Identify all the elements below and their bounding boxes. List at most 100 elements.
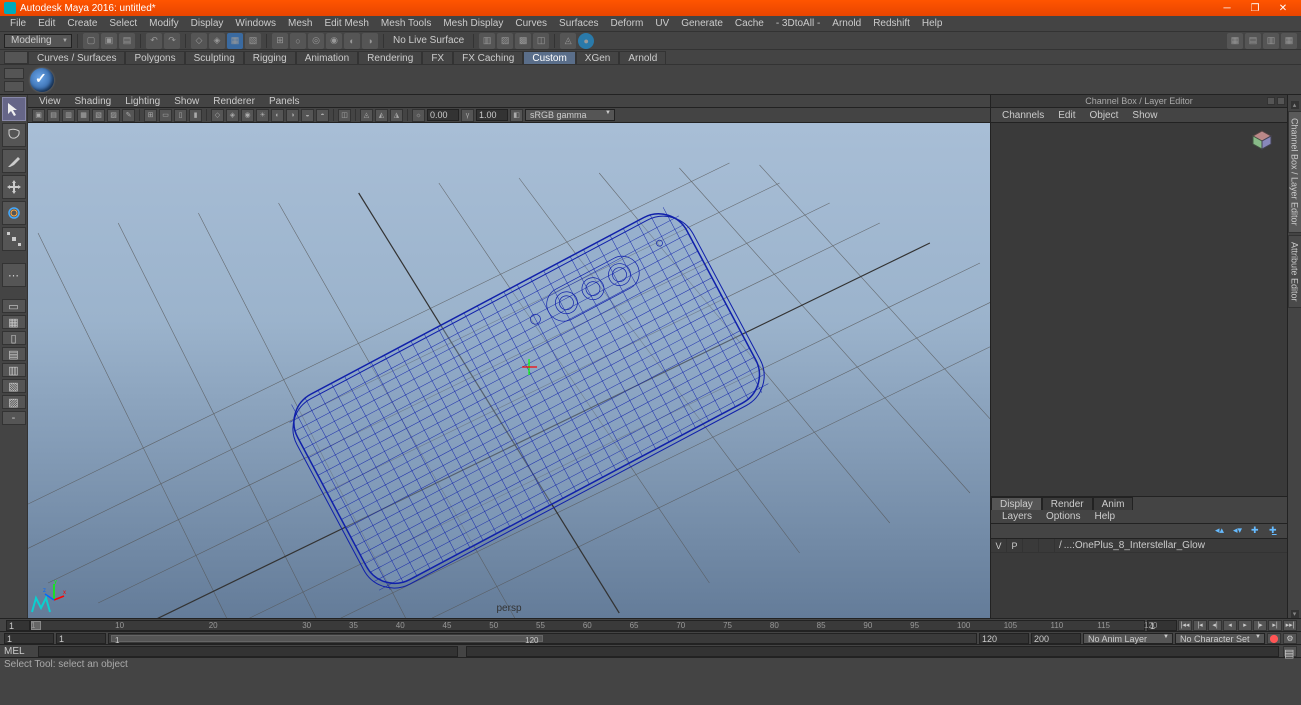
menu-file[interactable]: File: [4, 18, 32, 29]
menu-edit[interactable]: Edit: [32, 18, 61, 29]
layer-visible-toggle[interactable]: V: [991, 539, 1007, 553]
bookmark-icon[interactable]: ▦: [77, 109, 90, 122]
menu--3dtoall-[interactable]: - 3DtoAll -: [770, 18, 826, 29]
layout-custom-icon[interactable]: -: [2, 411, 26, 425]
layer-row[interactable]: V P /...:OnePlus_8_Interstellar_Glow: [991, 539, 1287, 553]
textured-icon[interactable]: ◉: [241, 109, 254, 122]
anti-alias-icon[interactable]: ◓: [316, 109, 329, 122]
shelf-custom-check-icon[interactable]: [30, 68, 54, 92]
shelf-menu-button[interactable]: [4, 51, 28, 64]
last-tool[interactable]: ⋯: [2, 263, 26, 287]
menu-surfaces[interactable]: Surfaces: [553, 18, 604, 29]
rotate-tool[interactable]: [2, 201, 26, 225]
play-fwd-icon[interactable]: ▸: [1238, 620, 1252, 631]
gate-mask-icon[interactable]: ▮: [189, 109, 202, 122]
script-editor-icon[interactable]: ▤: [1283, 646, 1297, 657]
viewport[interactable]: persp y x z: [28, 123, 990, 618]
shelf-tab-rendering[interactable]: Rendering: [358, 51, 422, 64]
shadows-icon[interactable]: ◐: [271, 109, 284, 122]
select-hier-icon[interactable]: ◈: [209, 33, 225, 49]
layer-color-swatch[interactable]: [1039, 539, 1055, 553]
panel-menu-panels[interactable]: Panels: [262, 96, 307, 107]
character-set-dropdown[interactable]: No Character Set: [1175, 633, 1265, 644]
menu-curves[interactable]: Curves: [509, 18, 553, 29]
construction-history-icon[interactable]: ▥: [479, 33, 495, 49]
panel-menu-lighting[interactable]: Lighting: [118, 96, 167, 107]
menu-generate[interactable]: Generate: [675, 18, 729, 29]
snap-point-icon[interactable]: ◎: [308, 33, 324, 49]
menu-arnold[interactable]: Arnold: [826, 18, 867, 29]
exposure-icon[interactable]: ☼: [412, 109, 425, 122]
cmd-language-label[interactable]: MEL: [4, 646, 34, 657]
range-bar[interactable]: 1 120: [108, 633, 977, 644]
menu-mesh[interactable]: Mesh: [282, 18, 318, 29]
select-obj-icon[interactable]: ▦: [227, 33, 243, 49]
time-current-frame[interactable]: 1: [6, 620, 30, 631]
panel-close-icon[interactable]: [1277, 97, 1285, 105]
new-scene-icon[interactable]: ▢: [83, 33, 99, 49]
maximize-button[interactable]: ❐: [1241, 1, 1269, 15]
hypershade-icon[interactable]: ◬: [560, 33, 576, 49]
shelf-tab-arnold[interactable]: Arnold: [619, 51, 666, 64]
ao-icon[interactable]: ◑: [286, 109, 299, 122]
layer-name[interactable]: /...:OnePlus_8_Interstellar_Glow: [1055, 540, 1287, 551]
shelf-tab-custom[interactable]: Custom: [523, 51, 575, 64]
move-tool[interactable]: [2, 175, 26, 199]
cb-menu-object[interactable]: Object: [1083, 110, 1126, 121]
layout-single-icon[interactable]: ▭: [2, 299, 26, 313]
step-back-key-icon[interactable]: |◂: [1193, 620, 1207, 631]
layout-three-icon[interactable]: ▤: [2, 347, 26, 361]
layer-new-selected-icon[interactable]: ✚̲: [1269, 525, 1281, 537]
colorspace-dropdown[interactable]: sRGB gamma: [525, 109, 615, 121]
range-bar-inner[interactable]: 1 120: [111, 635, 543, 642]
scale-tool[interactable]: [2, 227, 26, 251]
xray-icon[interactable]: ◬: [360, 109, 373, 122]
goto-end-icon[interactable]: ▸▸|: [1283, 620, 1297, 631]
exposure-value[interactable]: 0.00: [427, 109, 459, 121]
layer-new-empty-icon[interactable]: ✚: [1251, 525, 1263, 537]
wireframe-icon[interactable]: ◇: [211, 109, 224, 122]
undo-icon[interactable]: ↶: [146, 33, 162, 49]
grid-icon[interactable]: ⊞: [144, 109, 157, 122]
select-mode-icon[interactable]: ◇: [191, 33, 207, 49]
layout-four-icon[interactable]: ▦: [2, 315, 26, 329]
anim-layer-dropdown[interactable]: No Anim Layer: [1083, 633, 1173, 644]
redo-icon[interactable]: ↷: [164, 33, 180, 49]
shelf-tab-rigging[interactable]: Rigging: [244, 51, 296, 64]
minimize-button[interactable]: ─: [1213, 1, 1241, 15]
layer-menu-help[interactable]: Help: [1087, 511, 1122, 522]
side-scroll-down-icon[interactable]: ▾: [1291, 610, 1299, 618]
layout-two-icon[interactable]: ▯: [2, 331, 26, 345]
shelf-tab-polygons[interactable]: Polygons: [125, 51, 184, 64]
open-scene-icon[interactable]: ▣: [101, 33, 117, 49]
panel-layout-2-icon[interactable]: ▥: [1263, 33, 1279, 49]
grease-pencil-icon[interactable]: ✎: [122, 109, 135, 122]
ipr-icon[interactable]: ▩: [515, 33, 531, 49]
menu-create[interactable]: Create: [61, 18, 103, 29]
menu-select[interactable]: Select: [103, 18, 143, 29]
menu-uv[interactable]: UV: [649, 18, 675, 29]
menu-windows[interactable]: Windows: [229, 18, 282, 29]
play-back-icon[interactable]: ◂: [1223, 620, 1237, 631]
step-back-icon[interactable]: ◂|: [1208, 620, 1222, 631]
camera-attr-icon[interactable]: ▥: [62, 109, 75, 122]
motion-blur-icon[interactable]: ◒: [301, 109, 314, 122]
lasso-tool[interactable]: [2, 123, 26, 147]
shelf-tab-sculpting[interactable]: Sculpting: [185, 51, 244, 64]
layer-tab-render[interactable]: Render: [1042, 497, 1093, 510]
prefs-icon[interactable]: ⚙: [1283, 633, 1297, 644]
step-fwd-key-icon[interactable]: ▸|: [1268, 620, 1282, 631]
xray-joints-icon[interactable]: ◭: [375, 109, 388, 122]
close-button[interactable]: ✕: [1269, 1, 1297, 15]
layer-menu-layers[interactable]: Layers: [995, 511, 1039, 522]
menu-redshift[interactable]: Redshift: [867, 18, 916, 29]
snap-grid-icon[interactable]: ⊞: [272, 33, 288, 49]
side-scroll-up-icon[interactable]: ▴: [1291, 101, 1299, 109]
snap-view-icon[interactable]: ◐: [344, 33, 360, 49]
select-comp-icon[interactable]: ▧: [245, 33, 261, 49]
view-transform-icon[interactable]: ◧: [510, 109, 523, 122]
menu-mesh-display[interactable]: Mesh Display: [437, 18, 509, 29]
viewcube-icon[interactable]: [1251, 129, 1273, 151]
layer-playback-toggle[interactable]: P: [1007, 539, 1023, 553]
step-fwd-icon[interactable]: |▸: [1253, 620, 1267, 631]
